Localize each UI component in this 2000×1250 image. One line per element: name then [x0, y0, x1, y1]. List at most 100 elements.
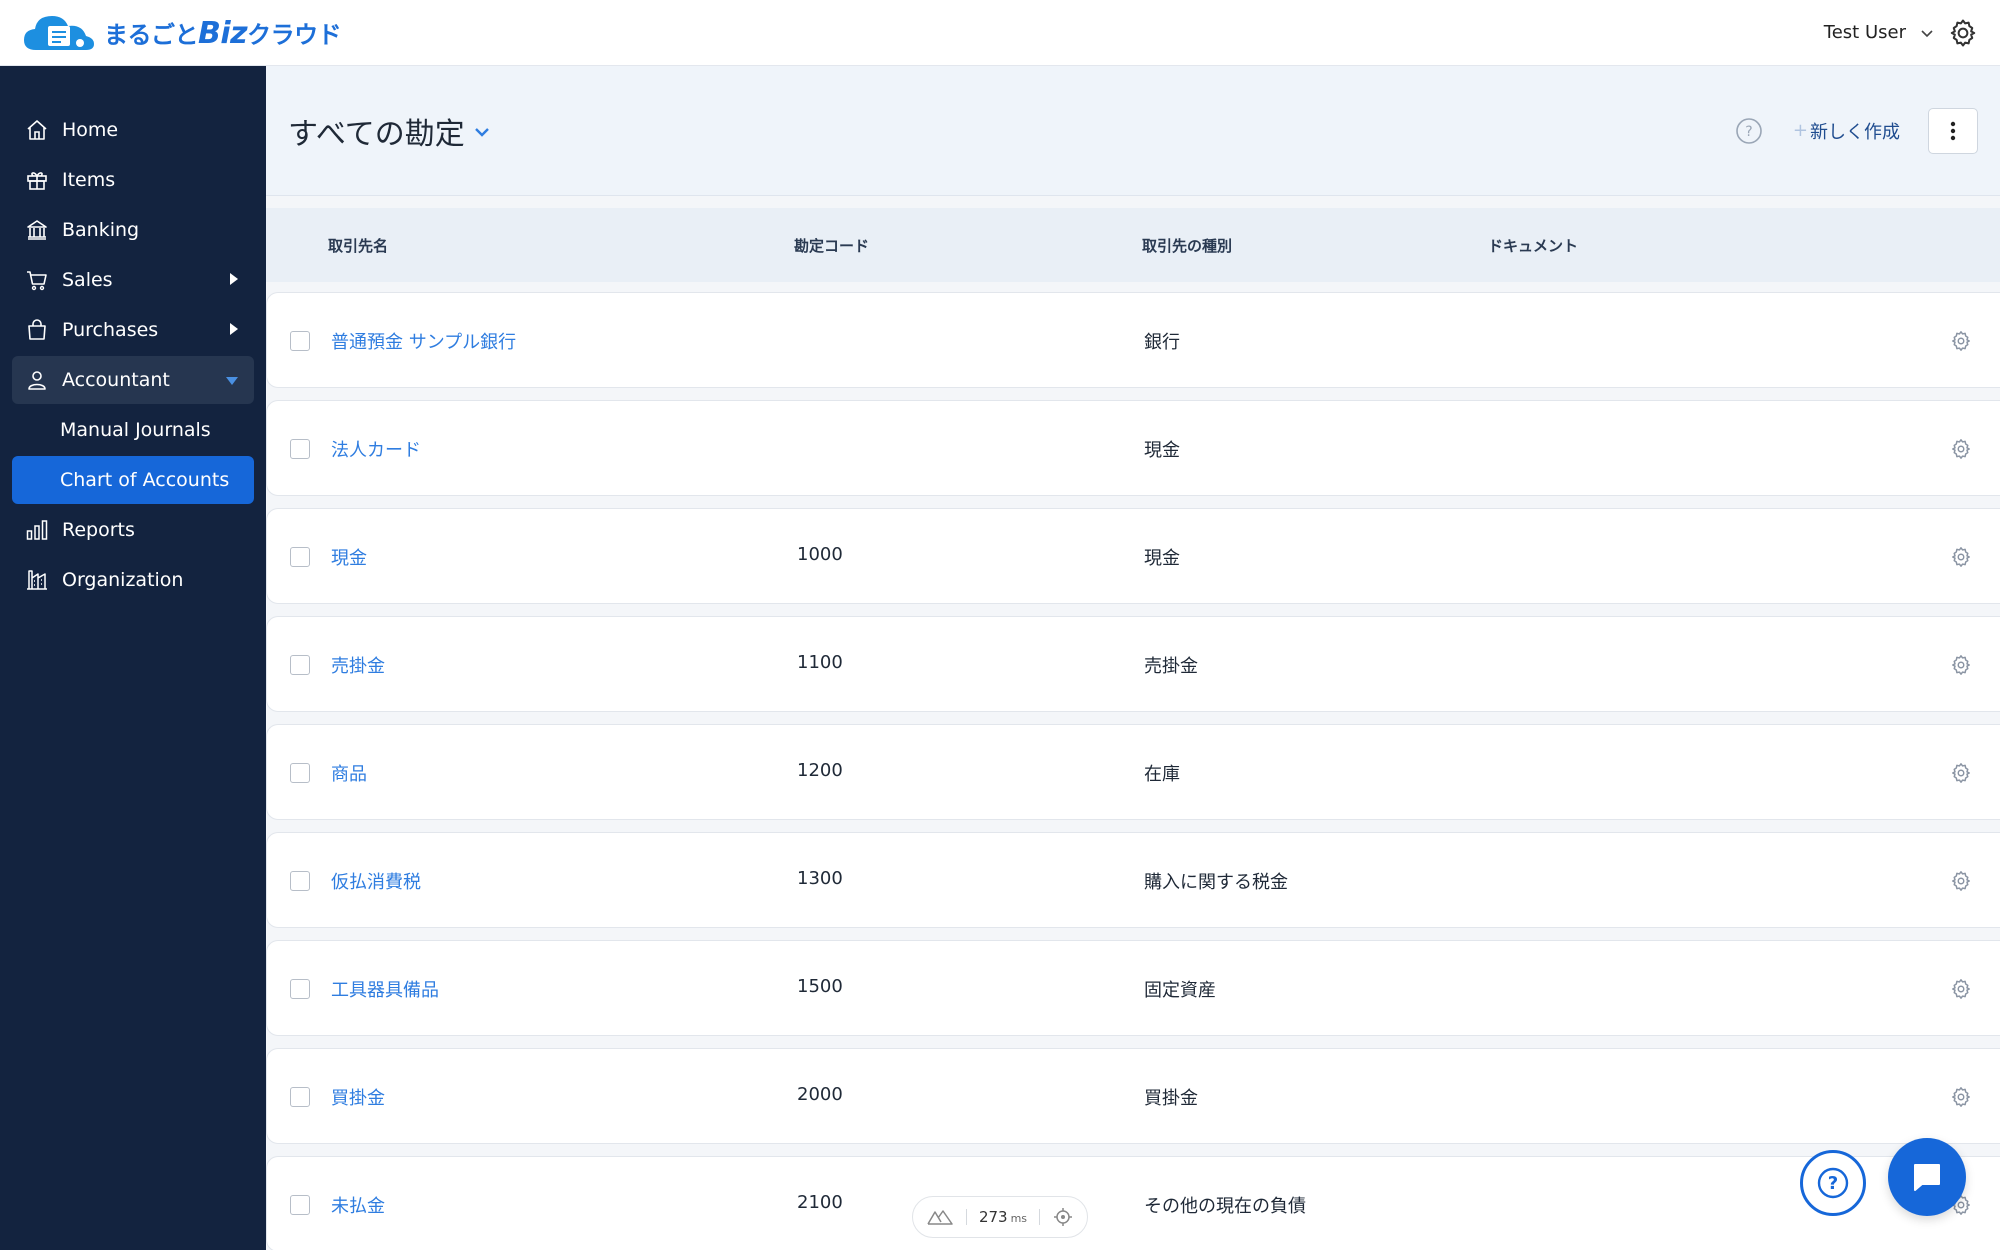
- account-name-link[interactable]: 買掛金: [331, 1084, 385, 1110]
- column-header-code[interactable]: 勘定コード: [794, 235, 869, 256]
- row-checkbox[interactable]: [290, 439, 310, 459]
- divider: [965, 1209, 967, 1225]
- account-name-link[interactable]: 工具器具備品: [331, 976, 439, 1002]
- row-checkbox[interactable]: [290, 331, 310, 351]
- account-name-link[interactable]: 現金: [331, 544, 367, 570]
- account-type: 在庫: [1144, 764, 1180, 785]
- sidebar: Home Items Banking Sales Purchases Accou…: [0, 66, 266, 1250]
- performance-indicator: 273 ms: [912, 1196, 1088, 1238]
- account-type: 買掛金: [1144, 1088, 1198, 1109]
- row-checkbox[interactable]: [290, 1195, 310, 1215]
- table-row[interactable]: 売掛金 1100 売掛金: [266, 616, 2000, 712]
- account-type: 銀行: [1144, 332, 1180, 353]
- bag-icon: [24, 317, 50, 343]
- bar-chart-icon: [24, 517, 50, 543]
- table-row[interactable]: 商品 1200 在庫: [266, 724, 2000, 820]
- table-row[interactable]: 法人カード 現金: [266, 400, 2000, 496]
- row-settings-gear-icon[interactable]: [1950, 978, 1972, 1000]
- sidebar-item-purchases[interactable]: Purchases: [12, 306, 254, 354]
- view-selector[interactable]: すべての勘定: [288, 109, 491, 153]
- logo-text: まるごとBizクラウド: [104, 15, 342, 51]
- top-bar: まるごとBizクラウド Test User: [0, 0, 2000, 66]
- account-type: 売掛金: [1144, 656, 1198, 677]
- page-title: すべての勘定: [288, 116, 465, 152]
- row-checkbox[interactable]: [290, 547, 310, 567]
- sidebar-item-banking[interactable]: Banking: [12, 206, 254, 254]
- performance-value: 273 ms: [978, 1208, 1028, 1226]
- row-settings-gear-icon[interactable]: [1950, 546, 1972, 568]
- table-row[interactable]: 未払金 2100 その他の現在の負債: [266, 1156, 2000, 1250]
- sidebar-item-chart-of-accounts[interactable]: Chart of Accounts: [12, 456, 254, 504]
- row-settings-gear-icon[interactable]: [1950, 1086, 1972, 1108]
- collapse-arrow-icon[interactable]: [226, 377, 238, 385]
- account-code: 1300: [797, 868, 843, 889]
- chevron-down-icon[interactable]: [473, 122, 491, 140]
- cart-icon: [24, 267, 50, 293]
- sidebar-item-label: Sales: [62, 269, 113, 291]
- sidebar-item-label: Organization: [62, 569, 184, 591]
- sidebar-item-organization[interactable]: Organization: [12, 556, 254, 604]
- account-name-link[interactable]: 法人カード: [331, 436, 421, 462]
- settings-gear-icon[interactable]: [1948, 18, 1978, 48]
- sidebar-item-label: Chart of Accounts: [60, 469, 230, 491]
- account-code: 2000: [797, 1084, 843, 1105]
- sidebar-item-home[interactable]: Home: [12, 106, 254, 154]
- sidebar-item-label: Banking: [62, 219, 140, 241]
- help-fab-button[interactable]: ?: [1800, 1150, 1866, 1216]
- row-checkbox[interactable]: [290, 871, 310, 891]
- table-row[interactable]: 現金 1000 現金: [266, 508, 2000, 604]
- account-code: 2100: [797, 1192, 843, 1213]
- row-settings-gear-icon[interactable]: [1950, 330, 1972, 352]
- chat-button[interactable]: [1888, 1138, 1966, 1216]
- account-type: 現金: [1144, 440, 1180, 461]
- sidebar-item-sales[interactable]: Sales: [12, 256, 254, 304]
- user-menu[interactable]: Test User: [1824, 22, 1906, 43]
- table-row[interactable]: 買掛金 2000 買掛金: [266, 1048, 2000, 1144]
- more-options-button[interactable]: [1928, 107, 1978, 154]
- app-logo[interactable]: まるごとBizクラウド: [22, 10, 342, 56]
- account-type: 固定資産: [1144, 980, 1216, 1001]
- table-header: 取引先名 勘定コード 取引先の種別 ドキュメント: [266, 208, 2000, 282]
- home-icon: [24, 117, 50, 143]
- row-settings-gear-icon[interactable]: [1950, 438, 1972, 460]
- cloud-logo-icon: [24, 15, 94, 50]
- svg-text:?: ?: [1745, 124, 1752, 140]
- row-settings-gear-icon[interactable]: [1950, 870, 1972, 892]
- table-row[interactable]: 普通預金 サンプル銀行 銀行: [266, 292, 2000, 388]
- account-name-link[interactable]: 未払金: [331, 1192, 385, 1218]
- sidebar-item-manual-journals[interactable]: Manual Journals: [12, 406, 254, 454]
- sidebar-item-items[interactable]: Items: [12, 156, 254, 204]
- row-checkbox[interactable]: [290, 763, 310, 783]
- accounts-list: 普通預金 サンプル銀行 銀行 法人カード 現金 現金 1000 現金 売掛金 1100 売掛金 商品…: [266, 292, 2000, 1250]
- column-header-type[interactable]: 取引先の種別: [1142, 235, 1232, 256]
- account-name-link[interactable]: 普通預金 サンプル銀行: [331, 328, 516, 354]
- account-name-link[interactable]: 売掛金: [331, 652, 385, 678]
- divider: [1039, 1209, 1041, 1225]
- column-header-document[interactable]: ドキュメント: [1488, 235, 1578, 256]
- column-header-name[interactable]: 取引先名: [328, 235, 388, 256]
- account-type: 現金: [1144, 548, 1180, 569]
- plus-icon: +: [1792, 120, 1808, 141]
- row-checkbox[interactable]: [290, 1087, 310, 1107]
- help-icon[interactable]: ?: [1735, 117, 1763, 145]
- sidebar-item-accountant[interactable]: Accountant: [12, 356, 254, 404]
- row-checkbox[interactable]: [290, 979, 310, 999]
- expand-arrow-icon[interactable]: [230, 323, 238, 335]
- table-row[interactable]: 仮払消費税 1300 購入に関する税金: [266, 832, 2000, 928]
- row-checkbox[interactable]: [290, 655, 310, 675]
- table-row[interactable]: 工具器具備品 1500 固定資産: [266, 940, 2000, 1036]
- row-settings-gear-icon[interactable]: [1950, 654, 1972, 676]
- sidebar-item-reports[interactable]: Reports: [12, 506, 254, 554]
- building-icon: [24, 567, 50, 593]
- account-name-link[interactable]: 仮払消費税: [331, 868, 421, 894]
- expand-arrow-icon[interactable]: [230, 273, 238, 285]
- chevron-down-icon[interactable]: [1920, 26, 1934, 40]
- account-code: 1000: [797, 544, 843, 565]
- account-name-link[interactable]: 商品: [331, 760, 367, 786]
- row-settings-gear-icon[interactable]: [1950, 762, 1972, 784]
- kebab-menu-icon: [1950, 121, 1956, 140]
- account-type: 購入に関する税金: [1144, 872, 1288, 893]
- sidebar-item-label: Home: [62, 119, 119, 141]
- target-icon[interactable]: [1053, 1207, 1073, 1227]
- new-account-button[interactable]: + 新しく作成: [1793, 118, 1900, 144]
